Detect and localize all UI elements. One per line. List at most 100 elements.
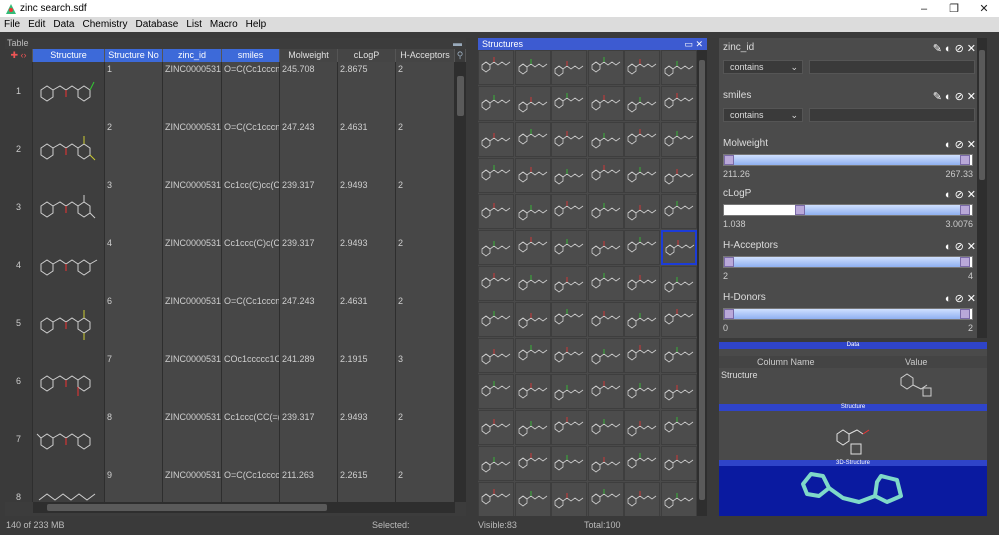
structure-thumbnail[interactable] [551,266,587,301]
structure-thumbnail[interactable] [514,302,551,337]
structure-thumbnail[interactable] [624,410,660,445]
column-header-structure[interactable]: Structure [33,49,105,62]
menu-file[interactable]: File [0,19,24,30]
structure-thumbnail[interactable] [587,482,624,517]
filter-clogp-tools-icon[interactable]: ◐⊘✕ [945,188,979,201]
structure-thumbnail[interactable] [624,338,660,373]
table-hscroll-thumb[interactable] [47,504,327,511]
structure-thumbnail[interactable] [624,86,660,121]
structure-thumbnail[interactable] [624,302,660,337]
structure-thumbnail[interactable] [514,122,551,157]
structure-thumbnail[interactable] [624,446,660,481]
structure-thumbnail[interactable] [587,230,624,265]
table-row[interactable]: 7 8 ZINC0000531 Cc1ccc(CC(=( 239.317 2.9… [5,410,455,468]
minimize-button[interactable]: – [909,3,939,15]
structure-thumbnail[interactable] [551,50,587,85]
structure-thumbnail[interactable] [624,230,660,265]
structure-thumbnail[interactable] [660,158,697,193]
structure-thumbnail[interactable] [514,194,551,229]
structure-thumbnail[interactable] [478,374,514,409]
structure-thumbnail[interactable] [660,302,697,337]
structure-thumbnail[interactable] [587,410,624,445]
structure-thumbnail[interactable] [478,158,514,193]
filter-smiles-mode-select[interactable]: contains ⌄ [723,108,803,122]
table-row[interactable]: 8 9 ZINC0000531 O=C(Cc1cccc 211.263 2.26… [5,468,455,502]
structure-thumbnail[interactable] [478,266,514,301]
table-minimize-icon[interactable]: ▬ [453,38,462,48]
table-search-icon[interactable]: ⚲ [455,49,466,62]
structure-thumbnail[interactable] [660,482,697,517]
structure-thumbnail[interactable] [587,266,624,301]
table-scroll-thumb[interactable] [457,76,464,116]
structure-thumbnail[interactable] [551,122,587,157]
table-row[interactable]: 3 3 ZINC0000531 Cc1cc(C)cc(C 239.317 2.9… [5,178,455,236]
menu-edit[interactable]: Edit [24,19,49,30]
structures-panel-close-icon[interactable]: ▭ ✕ [684,38,703,50]
structure-thumbnail[interactable] [587,158,624,193]
row-controls-icon[interactable]: ✚ ‹› [5,49,33,62]
structure-thumbnail[interactable] [514,410,551,445]
structure-thumbnail[interactable] [551,194,587,229]
table-row[interactable]: 5 6 ZINC0000531 O=C(Cc1cccn 247.243 2.46… [5,294,455,352]
structure-thumbnail[interactable] [660,122,697,157]
structure-thumbnail[interactable] [624,50,660,85]
structure-thumbnail[interactable] [660,194,697,229]
structure-thumbnail[interactable] [551,410,587,445]
structure-thumbnail[interactable] [478,446,514,481]
structure-thumbnail[interactable] [660,446,697,481]
close-button[interactable]: ✕ [969,2,999,15]
molweight-high-handle[interactable] [960,155,970,165]
h-acceptors-range-slider[interactable] [723,256,973,268]
menu-list[interactable]: List [182,19,206,30]
column-header-zinc-id[interactable]: zinc_id [163,49,222,62]
structure-thumbnail[interactable] [514,266,551,301]
structures-scrollbar[interactable] [697,50,707,516]
clogp-range-slider[interactable] [723,204,973,216]
h-acceptors-low-handle[interactable] [724,257,734,267]
structure-thumbnail[interactable] [624,122,660,157]
molweight-low-handle[interactable] [724,155,734,165]
menu-help[interactable]: Help [242,19,271,30]
structure-thumbnail[interactable] [587,50,624,85]
structure-thumbnail[interactable] [478,410,514,445]
structure-thumbnail[interactable] [587,194,624,229]
structure-thumbnail[interactable] [478,194,514,229]
structures-scroll-thumb[interactable] [699,60,705,500]
column-header-h-acceptors[interactable]: H-Acceptors [396,49,455,62]
structure-thumbnail[interactable] [551,338,587,373]
structure-thumbnail[interactable] [660,338,697,373]
molweight-range-slider[interactable] [723,154,973,166]
column-header-clogp[interactable]: cLogP [338,49,396,62]
structure-thumbnail[interactable] [514,158,551,193]
structure-thumbnail[interactable] [551,86,587,121]
structure-thumbnail[interactable] [551,230,587,265]
structure-thumbnail[interactable] [478,50,514,85]
structure-thumbnail[interactable] [624,374,660,409]
table-row[interactable]: 1 1 ZINC0000531 O=C(Cc1cccn 245.708 2.86… [5,62,455,120]
structure-thumbnail[interactable] [514,338,551,373]
structure-thumbnail[interactable] [514,482,551,517]
filter-zinc-id-input[interactable] [809,60,975,74]
structure-thumbnail[interactable] [587,446,624,481]
filter-smiles-input[interactable] [809,108,975,122]
structure-thumbnail[interactable] [660,86,697,121]
table-vertical-scrollbar[interactable] [455,62,466,502]
structure-3d-viewer[interactable] [719,466,987,516]
clogp-low-handle[interactable] [794,205,805,215]
column-header-structure-no[interactable]: Structure No [105,49,163,62]
column-header-smiles[interactable]: smiles [222,49,280,62]
menu-chemistry[interactable]: Chemistry [78,19,131,30]
table-row[interactable]: 4 4 ZINC0000531 Cc1ccc(C)c(C 239.317 2.9… [5,236,455,294]
menu-database[interactable]: Database [132,19,183,30]
filter-h-acceptors-tools-icon[interactable]: ◐⊘✕ [945,240,979,253]
structure-thumbnail[interactable] [660,410,697,445]
h-donors-low-handle[interactable] [724,309,734,319]
menu-data[interactable]: Data [49,19,78,30]
structure-thumbnail[interactable] [478,86,514,121]
filter-scroll-thumb[interactable] [979,50,985,180]
structure-thumbnail[interactable] [660,266,697,301]
structure-thumbnail[interactable] [551,482,587,517]
structure-thumbnail[interactable] [660,374,697,409]
menu-macro[interactable]: Macro [206,19,242,30]
column-header-molweight[interactable]: Molweight [280,49,338,62]
